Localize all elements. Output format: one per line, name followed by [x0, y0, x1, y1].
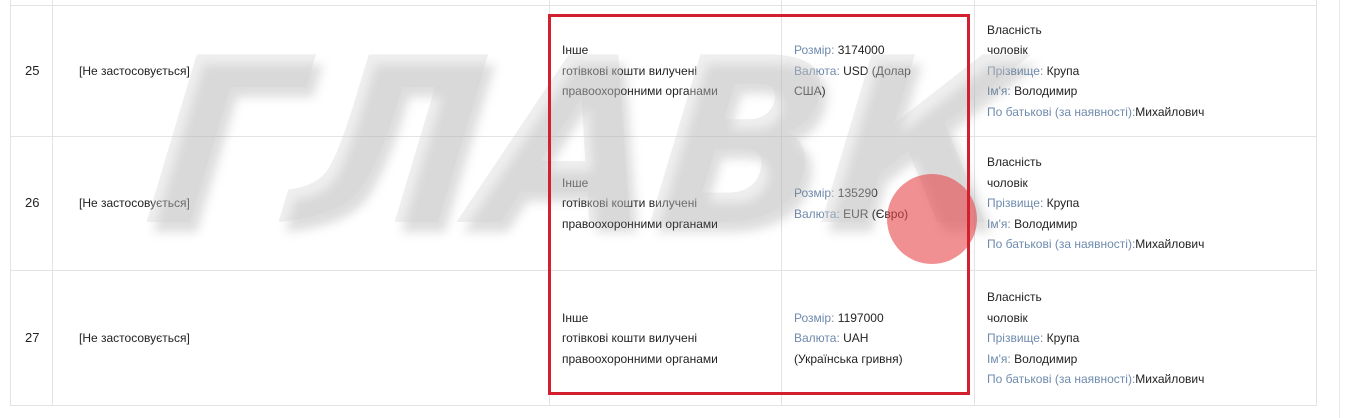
assets-table: 25 [Не застосовується] Інше готівкові ко… — [10, 0, 1317, 406]
size-value: 135290 — [837, 186, 878, 200]
patronymic-label: По батькові (за наявності): — [987, 104, 1136, 119]
currency-label: Валюта: — [794, 331, 840, 346]
currency-value-cont: США) — [794, 84, 826, 99]
table-row: 26 [Не застосовується] Інше готівкові ко… — [11, 137, 1316, 271]
asset-type-line: Інше — [562, 175, 589, 190]
size-value: 1197000 — [837, 310, 884, 325]
asset-type-line: правоохоронними органами — [562, 84, 718, 99]
owner-relation: чоловік — [987, 43, 1028, 58]
owner-cell: Власність чоловік Прізвище: Крупа Ім'я: … — [987, 6, 1307, 136]
surname-value: Крупа — [1046, 63, 1080, 78]
asset-type-line: правоохоронними органами — [562, 351, 718, 366]
not-applicable-cell: [Не застосовується] — [79, 63, 190, 78]
owner-cell: Власність чоловік Прізвище: Крупа Ім'я: … — [987, 271, 1307, 406]
asset-type-cell: Інше готівкові кошти вилучені правоохоро… — [562, 6, 777, 136]
currency-label: Валюта: — [794, 63, 840, 78]
name-label: Ім'я: — [987, 351, 1011, 366]
scrollbar-track[interactable] — [1339, 0, 1340, 418]
asset-type-line: Інше — [562, 43, 589, 58]
row-number: 27 — [25, 330, 40, 346]
size-value: 3174000 — [837, 43, 885, 58]
patronymic-value: Михайлович — [1135, 237, 1205, 252]
name-label: Ім'я: — [987, 216, 1011, 231]
asset-type-line: готівкові кошти вилучені — [562, 196, 698, 211]
row-number: 26 — [25, 195, 40, 211]
row-number: 25 — [25, 62, 40, 78]
asset-type-line: Інше — [562, 310, 589, 325]
ownership-type: Власність — [987, 22, 1042, 37]
asset-type-line: готівкові кошти вилучені — [562, 63, 698, 78]
name-label: Ім'я: — [987, 84, 1011, 99]
ownership-type: Власність — [987, 155, 1042, 170]
patronymic-value: Михайлович — [1135, 372, 1205, 387]
asset-type-cell: Інше готівкові кошти вилучені правоохоро… — [562, 137, 777, 270]
currency-label: Валюта: — [794, 206, 840, 221]
surname-label: Прізвище: — [987, 331, 1044, 346]
size-label: Розмір: — [794, 186, 835, 200]
amount-cell: Розмір: 135290 Валюта: EUR (Євро) — [794, 137, 974, 270]
surname-value: Крупа — [1046, 196, 1080, 211]
owner-relation: чоловік — [987, 310, 1028, 325]
name-value: Володимир — [1014, 216, 1078, 231]
not-applicable-cell: [Не застосовується] — [79, 196, 190, 211]
currency-value: UAH — [843, 331, 869, 346]
asset-type-cell: Інше готівкові кошти вилучені правоохоро… — [562, 271, 777, 406]
table-row: 25 [Не застосовується] Інше готівкові ко… — [11, 6, 1316, 137]
table-row: 27 [Не застосовується] Інше готівкові ко… — [11, 271, 1316, 406]
currency-value-cont: (Українська гривня) — [794, 351, 903, 366]
surname-label: Прізвище: — [987, 196, 1044, 211]
patronymic-label: По батькові (за наявності): — [987, 372, 1136, 387]
ownership-type: Власність — [987, 290, 1042, 305]
asset-type-line: готівкові кошти вилучені — [562, 331, 698, 346]
amount-cell: Розмір: 1197000 Валюта: UAH (Українська … — [794, 271, 974, 406]
size-label: Розмір: — [794, 310, 835, 325]
asset-type-line: правоохоронними органами — [562, 216, 718, 231]
currency-value: USD (Долар — [843, 63, 911, 78]
patronymic-value: Михайлович — [1135, 104, 1205, 119]
owner-relation: чоловік — [987, 175, 1028, 190]
size-label: Розмір: — [794, 43, 835, 58]
currency-value: EUR (Євро) — [843, 206, 909, 221]
amount-cell: Розмір: 3174000 Валюта: USD (Долар США) — [794, 6, 974, 136]
surname-label: Прізвище: — [987, 63, 1044, 78]
surname-value: Крупа — [1046, 331, 1080, 346]
patronymic-label: По батькові (за наявності): — [987, 237, 1136, 252]
name-value: Володимир — [1014, 84, 1078, 99]
name-value: Володимир — [1014, 351, 1078, 366]
owner-cell: Власність чоловік Прізвище: Крупа Ім'я: … — [987, 137, 1307, 270]
not-applicable-cell: [Не застосовується] — [79, 331, 190, 346]
